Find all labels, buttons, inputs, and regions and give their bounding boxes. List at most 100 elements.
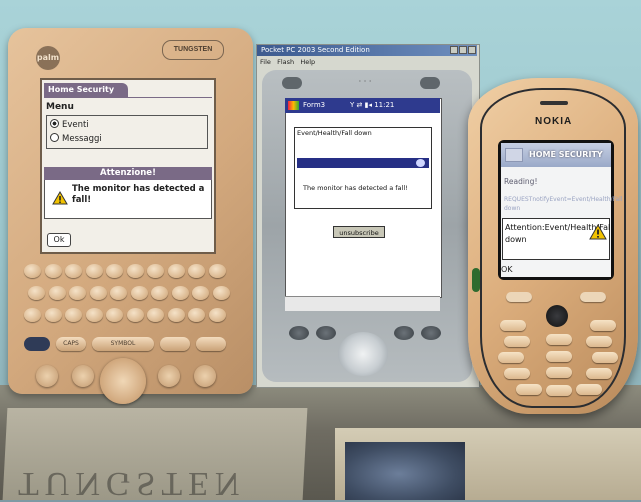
pocketpc-selection-bar	[297, 158, 429, 168]
palm-app-button[interactable]	[158, 365, 180, 387]
signal-icon: Y ⇄ ▮◂	[350, 101, 372, 109]
keyboard-key[interactable]	[126, 308, 144, 322]
keyboard-key[interactable]	[130, 286, 148, 300]
pocketpc-dial[interactable]	[282, 77, 302, 89]
unsubscribe-button[interactable]: unsubscribe	[333, 226, 385, 238]
keyboard-key[interactable]	[192, 286, 209, 300]
pocketpc-event-text: Event/Health/Fall down	[297, 129, 372, 137]
nokia-right-softkey[interactable]	[580, 292, 606, 302]
pocketpc-softbar	[285, 296, 440, 311]
keyboard-key[interactable]	[188, 264, 205, 278]
nokia-key[interactable]	[590, 320, 616, 331]
nokia-logo: NOKIA	[535, 116, 573, 127]
minimize-icon[interactable]	[450, 46, 458, 54]
keyboard-key[interactable]	[106, 264, 123, 278]
nokia-status-text: Reading!	[504, 177, 538, 186]
keyboard-key[interactable]	[110, 286, 127, 300]
palm-option-messaggi[interactable]: Messaggi	[50, 133, 102, 144]
keyboard-key[interactable]	[65, 308, 82, 322]
nokia-key[interactable]	[504, 336, 530, 347]
warning-icon	[589, 224, 607, 240]
nokia-joystick[interactable]	[546, 305, 568, 327]
symbol-key[interactable]: SYMBOL	[92, 337, 154, 351]
keyboard-key[interactable]	[24, 308, 41, 322]
keyboard-key[interactable]	[24, 264, 41, 278]
nokia-key[interactable]	[546, 385, 572, 396]
nokia-key[interactable]	[504, 368, 530, 379]
pocketpc-dial[interactable]	[420, 77, 440, 89]
keyboard-key[interactable]	[212, 286, 230, 300]
radio-icon	[50, 119, 59, 128]
pocketpc-hardware-button[interactable]	[421, 326, 441, 340]
nokia-key[interactable]	[500, 320, 526, 331]
arrow-icon[interactable]	[416, 159, 425, 167]
palm-app-button[interactable]	[194, 365, 216, 387]
keyboard-key[interactable]	[65, 264, 82, 278]
product-box-left-text: TUNGSTEN	[18, 465, 246, 502]
pocketpc-status-icons: Y ⇄ ▮◂ 11:21	[350, 98, 394, 113]
keyboard-key[interactable]	[147, 264, 164, 278]
nokia-key[interactable]	[516, 384, 542, 395]
product-box-photo	[345, 442, 465, 500]
nokia-left-softkey[interactable]	[506, 292, 532, 302]
keyboard-key[interactable]	[147, 308, 164, 322]
menu-file[interactable]: File	[260, 58, 271, 66]
pocketpc-clock: 11:21	[374, 101, 395, 109]
nokia-key[interactable]	[586, 336, 612, 347]
close-icon[interactable]	[468, 46, 476, 54]
palm-app-button[interactable]	[72, 365, 94, 387]
keyboard-key[interactable]	[69, 286, 86, 300]
start-icon[interactable]	[288, 101, 299, 110]
keyboard-key[interactable]	[167, 308, 185, 322]
keyboard-key[interactable]	[48, 286, 66, 300]
keyboard-key[interactable]	[126, 264, 144, 278]
menu-help[interactable]: Help	[300, 58, 315, 66]
keyboard-key[interactable]	[89, 286, 107, 300]
nokia-alert-message: Attention:Event/Health/Fall down	[505, 223, 613, 244]
keyboard-key[interactable]	[188, 308, 205, 322]
menu-flash[interactable]: Flash	[277, 58, 294, 66]
pocketpc-event-panel	[294, 127, 432, 209]
nokia-ok-softkey[interactable]: OK	[501, 265, 513, 274]
keyboard-key[interactable]	[85, 308, 103, 322]
palm-menu-label: Menu	[46, 102, 74, 112]
palm-option-eventi[interactable]: Eventi	[50, 119, 89, 130]
pocketpc-hardware-button[interactable]	[394, 326, 414, 340]
nokia-key[interactable]	[576, 384, 602, 395]
nokia-key[interactable]	[546, 334, 572, 345]
keyboard-key[interactable]	[208, 264, 226, 278]
nokia-key[interactable]	[592, 352, 618, 363]
keyboard-key[interactable]	[167, 264, 185, 278]
nokia-key[interactable]	[586, 368, 612, 379]
caps-key[interactable]: CAPS	[56, 337, 86, 351]
nokia-side-key[interactable]	[472, 268, 480, 292]
palm-function-key[interactable]	[160, 337, 190, 351]
radio-icon	[50, 133, 59, 142]
keyboard-key[interactable]	[106, 308, 123, 322]
palm-function-key[interactable]	[196, 337, 226, 351]
maximize-icon[interactable]	[459, 46, 467, 54]
keyboard-key[interactable]	[151, 286, 168, 300]
palm-app-title: Home Security	[44, 83, 128, 97]
pocketpc-hardware-button[interactable]	[316, 326, 336, 340]
app-icon	[505, 148, 523, 162]
keyboard-key[interactable]	[85, 264, 103, 278]
keyboard-key[interactable]	[44, 264, 62, 278]
keyboard-key[interactable]	[44, 308, 62, 322]
keyboard-key[interactable]	[28, 286, 45, 300]
warning-icon	[52, 191, 68, 205]
palm-app-button[interactable]	[36, 365, 58, 387]
navigation-icon[interactable]	[100, 358, 146, 404]
nokia-key[interactable]	[546, 367, 572, 378]
pocketpc-form-title: Form3	[303, 101, 326, 109]
palm-blue-key[interactable]	[24, 337, 50, 351]
palm-alert-message: The monitor has detected a fall!	[72, 184, 205, 205]
nokia-key[interactable]	[546, 351, 572, 362]
palm-ok-button[interactable]: Ok	[47, 233, 71, 247]
keyboard-key[interactable]	[208, 308, 226, 322]
nokia-key[interactable]	[498, 352, 524, 363]
palm-keyboard	[20, 260, 234, 330]
pocketpc-dpad[interactable]	[338, 332, 388, 376]
keyboard-key[interactable]	[171, 286, 189, 300]
pocketpc-hardware-button[interactable]	[289, 326, 309, 340]
